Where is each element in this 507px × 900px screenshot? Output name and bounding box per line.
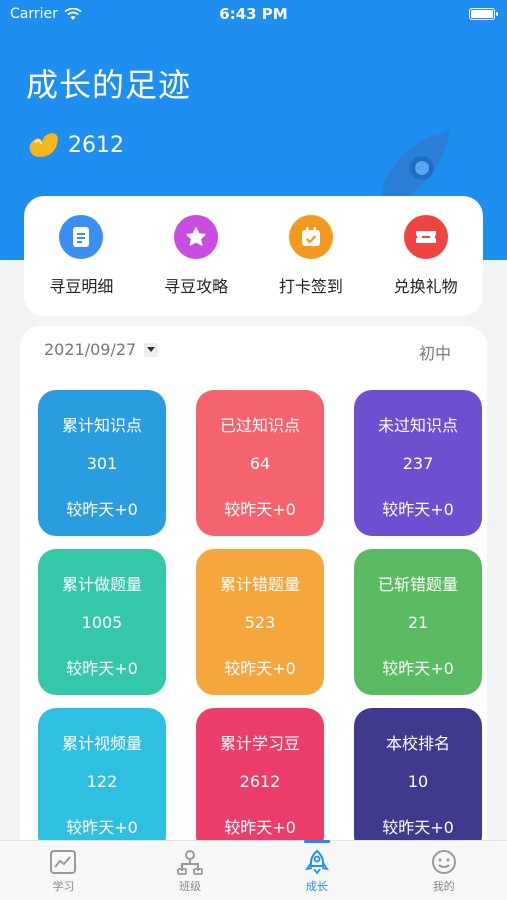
stat-value: 64: [249, 454, 271, 473]
quick-action-label: 寻豆明细: [49, 277, 114, 296]
stat-value: 122: [86, 772, 118, 791]
chart-image-icon: [50, 850, 77, 874]
stat-label: 本校排名: [385, 734, 450, 753]
stat-delta: 较昨天+0: [224, 500, 296, 519]
date-value: 2021/09/27: [44, 340, 137, 359]
class-tree-icon: [177, 850, 204, 875]
stat-label: 累计视频量: [61, 734, 142, 753]
stat-label: 累计做题量: [61, 575, 142, 594]
caret-down-icon: [144, 342, 159, 357]
stats-card: 2021/09/27 初中 累计知识点 301 较昨天+0 已过知识点 64 较…: [20, 326, 487, 856]
stat-tile-passed-knowledge-points[interactable]: 已过知识点 64 较昨天+0: [196, 390, 324, 536]
document-icon: [59, 215, 104, 259]
stat-label: 已过知识点: [219, 416, 300, 435]
tab-label: 成长: [305, 880, 328, 893]
quick-action-bean-guide[interactable]: 寻豆攻略: [141, 215, 251, 297]
stat-value: 237: [402, 454, 434, 473]
stat-value: 21: [407, 613, 429, 632]
stat-tile-total-questions[interactable]: 累计做题量 1005 较昨天+0: [38, 549, 166, 695]
stat-delta: 较昨天+0: [382, 659, 454, 678]
stat-delta: 较昨天+0: [66, 659, 138, 678]
quick-action-check-in[interactable]: 打卡签到: [256, 215, 366, 297]
quick-actions-card: 寻豆明细 寻豆攻略 打卡签到 兑换礼物: [24, 196, 483, 316]
stat-delta: 较昨天+0: [224, 659, 296, 678]
stat-label: 未过知识点: [377, 416, 458, 435]
stat-tile-school-rank[interactable]: 本校排名 10 较昨天+0: [354, 708, 482, 854]
rocket-icon: [304, 849, 329, 875]
tab-study[interactable]: 学习: [0, 841, 127, 900]
tab-label: 班级: [179, 880, 202, 893]
calendar-check-icon: [288, 215, 333, 259]
stat-label: 累计错题量: [219, 575, 300, 594]
ticket-icon: [403, 215, 448, 259]
quick-action-label: 寻豆攻略: [164, 277, 229, 296]
tab-bar: 学习 班级 成长 我的: [0, 840, 507, 900]
smiley-icon: [431, 850, 456, 874]
bean-balance: 2612: [26, 130, 124, 160]
active-tab-indicator: [303, 840, 330, 843]
stat-tile-total-videos[interactable]: 累计视频量 122 较昨天+0: [38, 708, 166, 854]
stat-tile-total-wrong-questions[interactable]: 累计错题量 523 较昨天+0: [196, 549, 324, 695]
tab-label: 学习: [52, 880, 75, 893]
stat-tile-cleared-wrong-questions[interactable]: 已斩错题量 21 较昨天+0: [354, 549, 482, 695]
status-bar: Carrier 6:43 PM: [0, 0, 507, 30]
stat-delta: 较昨天+0: [224, 818, 296, 837]
star-icon: [174, 215, 219, 259]
tab-class[interactable]: 班级: [127, 841, 254, 900]
stat-value: 2612: [239, 772, 281, 791]
stat-value: 10: [407, 772, 429, 791]
stat-tile-total-knowledge-points[interactable]: 累计知识点 301 较昨天+0: [38, 390, 166, 536]
school-level: 初中: [418, 344, 451, 363]
stat-tile-total-study-beans[interactable]: 累计学习豆 2612 较昨天+0: [196, 708, 324, 854]
battery-icon: [469, 8, 498, 20]
bean-count: 2612: [68, 132, 124, 158]
stat-label: 累计学习豆: [219, 734, 300, 753]
tab-label: 我的: [432, 880, 455, 893]
stat-value: 1005: [81, 613, 123, 632]
stat-label: 累计知识点: [61, 416, 142, 435]
stat-delta: 较昨天+0: [382, 500, 454, 519]
quick-action-label: 打卡签到: [278, 277, 343, 296]
stat-delta: 较昨天+0: [66, 500, 138, 519]
quick-action-redeem-gift[interactable]: 兑换礼物: [371, 215, 481, 297]
stat-label: 已斩错题量: [377, 575, 458, 594]
stat-value: 301: [86, 454, 118, 473]
tab-growth[interactable]: 成长: [254, 840, 381, 900]
tab-mine[interactable]: 我的: [380, 841, 507, 900]
status-time: 6:43 PM: [219, 5, 288, 23]
quick-action-label: 兑换礼物: [393, 277, 458, 296]
date-selector[interactable]: 2021/09/27: [44, 340, 159, 359]
stat-tile-unpassed-knowledge-points[interactable]: 未过知识点 237 较昨天+0: [354, 390, 482, 536]
stat-value: 523: [244, 613, 276, 632]
stat-delta: 较昨天+0: [66, 818, 138, 837]
page-title: 成长的足迹: [26, 66, 192, 104]
bean-icon: [29, 133, 58, 157]
quick-action-bean-details[interactable]: 寻豆明细: [26, 215, 136, 297]
stat-delta: 较昨天+0: [382, 818, 454, 837]
